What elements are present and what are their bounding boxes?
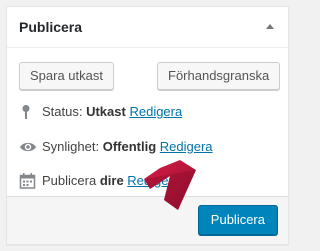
pin-icon	[19, 104, 39, 120]
calendar-icon	[19, 172, 39, 189]
metabox-title: Publicera	[19, 19, 83, 35]
publish-time-label: Publicera	[42, 173, 97, 189]
publish-button[interactable]: Publicera	[197, 205, 278, 235]
edit-status-link[interactable]: Redigera	[129, 104, 182, 119]
save-draft-button[interactable]: Spara utkast	[19, 62, 114, 90]
status-row: Status: Utkast Redigera	[19, 103, 182, 120]
triangle-up-icon[interactable]	[266, 24, 274, 29]
status-value: Utkast	[86, 104, 126, 120]
preview-button[interactable]: Förhandsgranska	[157, 62, 281, 90]
pointer-arrow-icon	[144, 160, 196, 210]
metabox-header[interactable]: Publicera	[7, 7, 288, 48]
visibility-label: Synlighet:	[42, 139, 100, 155]
publish-time-value: dire	[99, 173, 124, 189]
eye-icon	[19, 139, 39, 155]
status-label: Status:	[42, 104, 83, 120]
